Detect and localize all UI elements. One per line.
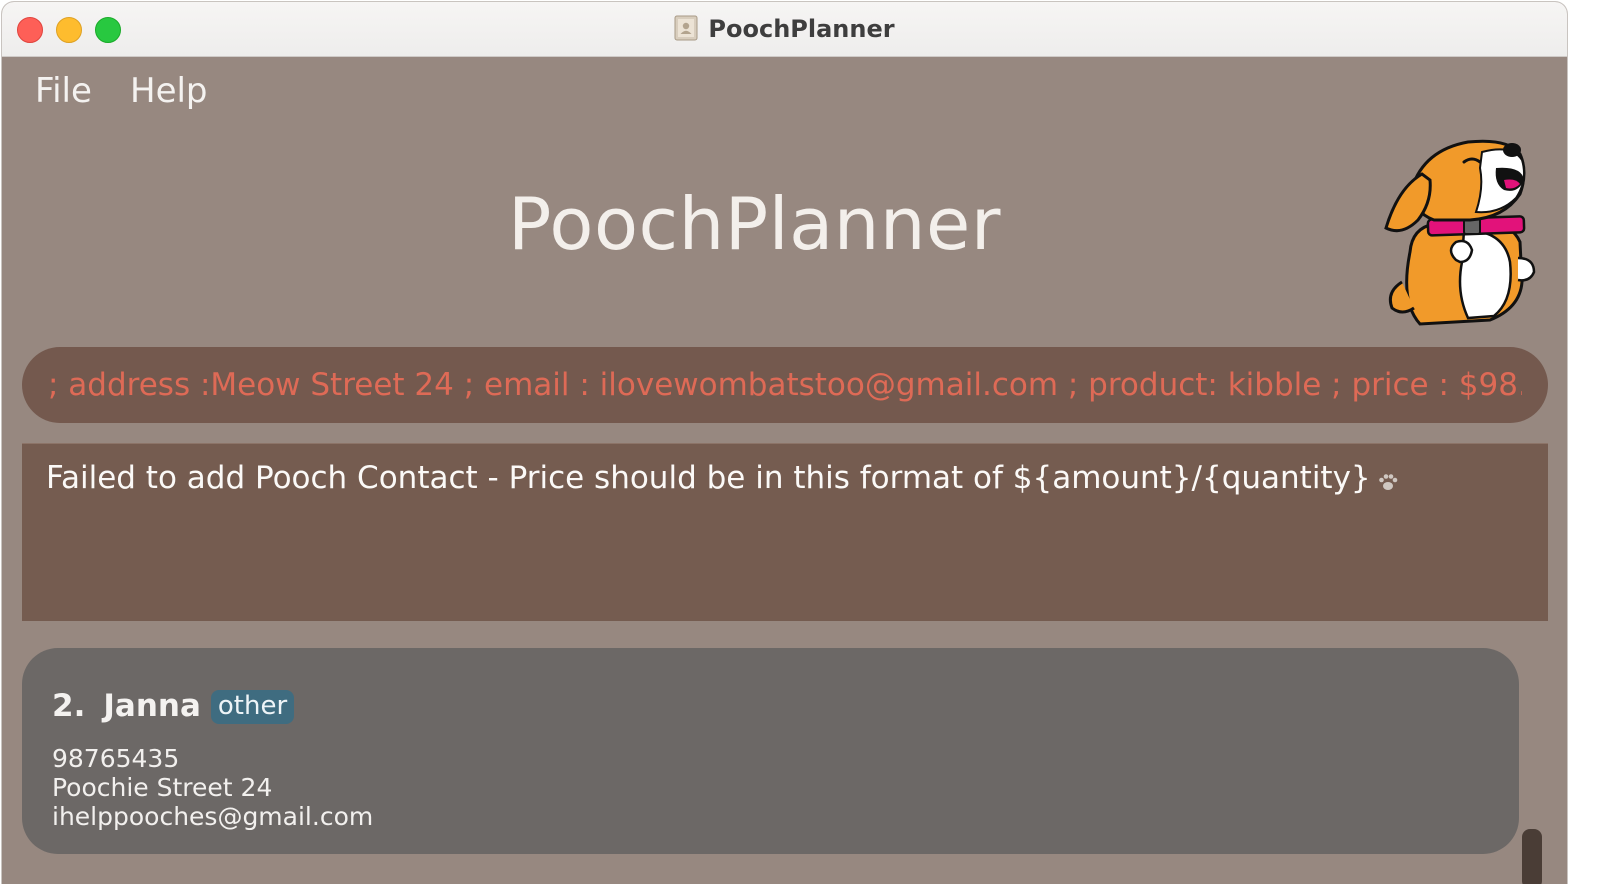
contact-name: Janna: [103, 688, 201, 724]
contact-list[interactable]: 2. Janna other 98765435 Poochie Street 24 …: [2, 632, 1567, 884]
result-display: Failed to add Pooch Contact - Price shou…: [22, 443, 1548, 621]
paw-icon: [1377, 464, 1399, 490]
menu-bar: File Help: [2, 57, 1567, 127]
dog-mascot: [1372, 132, 1540, 330]
contact-tag: other: [210, 690, 295, 724]
window-title-wrap: PoochPlanner: [2, 15, 1567, 43]
command-input-text[interactable]: ; address :Meow Street 24 ; email : ilov…: [48, 367, 1522, 403]
contact-index: 2.: [52, 688, 86, 724]
contact-header: 2. Janna other: [52, 688, 295, 724]
list-scrollbar-thumb[interactable]: [1522, 829, 1542, 884]
contact-address: Poochie Street 24: [52, 773, 273, 802]
result-message-line: Failed to add Pooch Contact - Price shou…: [46, 460, 1399, 496]
menu-help[interactable]: Help: [130, 71, 208, 111]
app-window: PoochPlanner File Help PoochPlanner ; ad…: [2, 2, 1567, 884]
app-title: PoochPlanner: [508, 182, 1001, 266]
result-message: Failed to add Pooch Contact - Price shou…: [46, 460, 1371, 496]
contact-card[interactable]: 2. Janna other 98765435 Poochie Street 24 …: [22, 648, 1519, 854]
title-bar: PoochPlanner: [2, 2, 1567, 57]
contact-phone: 98765435: [52, 744, 180, 773]
contact-email: ihelppooches@gmail.com: [52, 802, 374, 831]
document-contact-icon: [674, 15, 698, 41]
window-title: PoochPlanner: [708, 15, 895, 43]
command-input-box[interactable]: ; address :Meow Street 24 ; email : ilov…: [22, 347, 1548, 423]
menu-file[interactable]: File: [35, 71, 92, 111]
